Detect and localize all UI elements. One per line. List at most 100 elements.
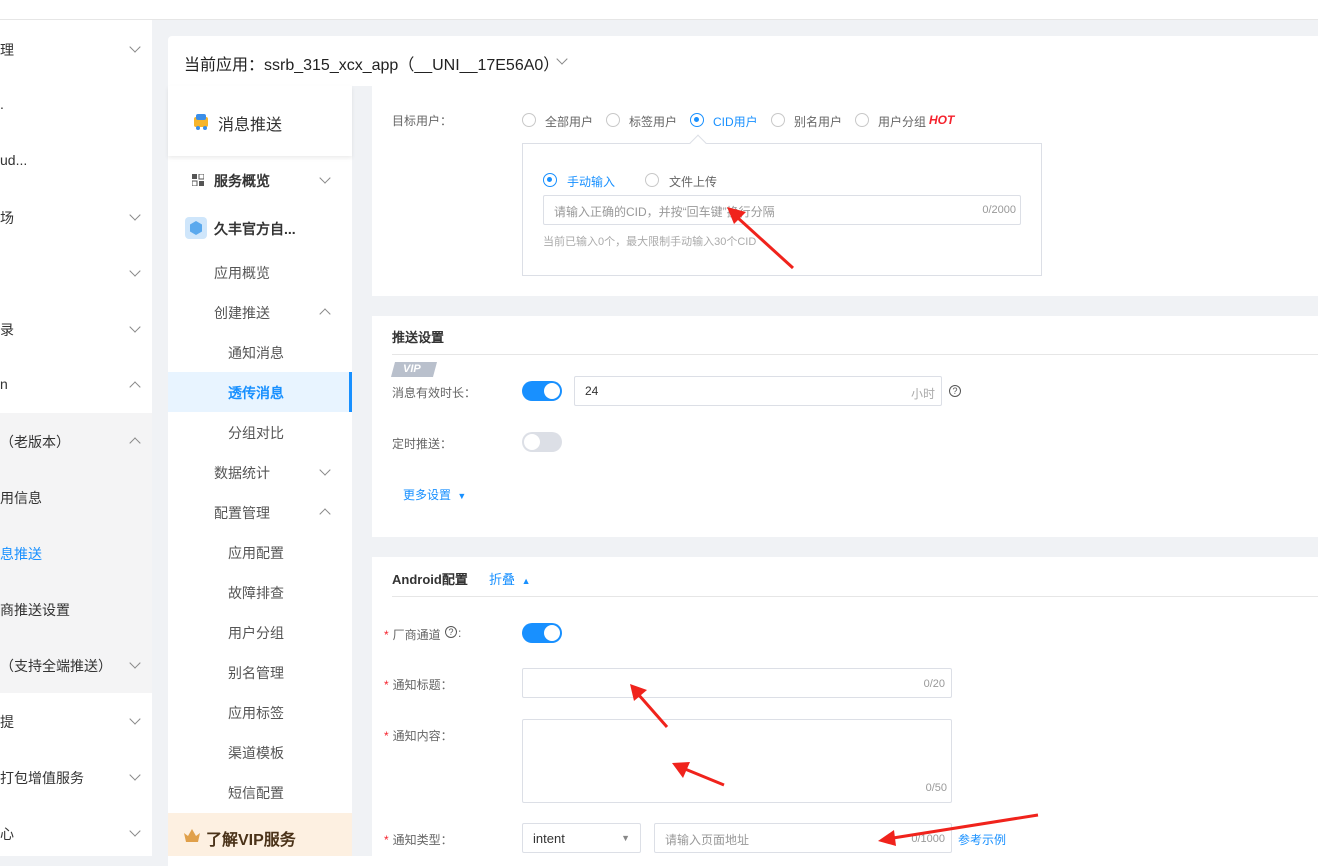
scheduled-toggle[interactable]: [522, 432, 562, 452]
left-nav-item[interactable]: 打包增值服务: [0, 768, 84, 788]
vip-badge: VIP: [403, 363, 421, 375]
radio-all-users[interactable]: [522, 113, 536, 127]
validity-input[interactable]: 24 小时: [574, 376, 942, 406]
left-nav-item[interactable]: 理: [0, 40, 14, 60]
sub-nav-config-manage[interactable]: 配置管理: [214, 503, 270, 523]
collapse-link[interactable]: 折叠 ▲: [489, 569, 531, 588]
notify-content-textarea[interactable]: 0/50: [522, 719, 952, 803]
colon: :: [458, 626, 462, 640]
top-bar: [0, 0, 1318, 20]
left-nav-item[interactable]: ud...: [0, 152, 27, 168]
push-settings-card: [372, 316, 1318, 537]
validity-toggle[interactable]: [522, 381, 562, 401]
validity-value: 24: [585, 384, 599, 398]
vendor-channel-toggle[interactable]: [522, 623, 562, 643]
radio-alias-users[interactable]: [771, 113, 785, 127]
radio-all-users-label[interactable]: 全部用户: [545, 113, 593, 130]
caret-down-icon: ▼: [621, 833, 630, 843]
left-nav-item-active[interactable]: 息推送: [0, 544, 42, 564]
sub-nav-data-stats[interactable]: 数据统计: [214, 463, 270, 483]
sub-nav-create-push[interactable]: 创建推送: [214, 303, 270, 323]
push-settings-title: 推送设置: [392, 330, 445, 345]
collapse-label: 折叠: [489, 572, 516, 587]
radio-tag-users[interactable]: [606, 113, 620, 127]
notify-type-select[interactable]: intent ▼: [522, 823, 641, 853]
example-link[interactable]: 参考示例: [958, 831, 1006, 848]
notify-title-label: * 通知标题：: [384, 678, 453, 692]
current-app-label: 当前应用：ssrb_315_xcx_app（__UNI__17E56A0）: [184, 57, 560, 74]
sub-nav-service-overview[interactable]: 服务概览: [214, 171, 270, 191]
radio-user-group[interactable]: [855, 113, 869, 127]
sub-nav-transparent-msg[interactable]: 透传消息: [228, 383, 284, 403]
radio-cid-users-label[interactable]: CID用户: [713, 113, 758, 130]
current-app-selector[interactable]: 当前应用：ssrb_315_xcx_app（__UNI__17E56A0）: [184, 51, 559, 75]
sub-nav-alias-manage[interactable]: 别名管理: [228, 663, 284, 683]
validity-label: 消息有效时长：: [392, 386, 477, 400]
page-url-input[interactable]: 请输入页面地址 0/1000: [654, 823, 952, 853]
left-nav-item[interactable]: n: [0, 376, 8, 392]
notify-title-text: 通知标题：: [392, 678, 453, 692]
notify-content-count: 0/50: [925, 782, 947, 794]
page-url-placeholder: 请输入页面地址: [665, 833, 750, 847]
vendor-channel-label: * 厂商通道: [384, 628, 441, 642]
cid-textarea[interactable]: 请输入正确的CID，并按“回车键”换行分隔 0/2000: [543, 195, 1021, 225]
sub-nav-group-compare[interactable]: 分组对比: [228, 423, 284, 443]
more-settings-label: 更多设置: [403, 488, 452, 502]
notify-type-text: 通知类型：: [392, 833, 453, 847]
validity-unit: 小时: [910, 387, 935, 401]
radio-manual-input-label[interactable]: 手动输入: [567, 173, 615, 190]
sub-nav-app-config[interactable]: 应用配置: [228, 543, 284, 563]
sub-nav-troubleshoot[interactable]: 故障排查: [228, 583, 284, 603]
radio-tag-users-label[interactable]: 标签用户: [629, 113, 677, 130]
android-config-title: Android配置: [392, 572, 468, 587]
notify-type-label: * 通知类型：: [384, 833, 453, 847]
cid-count: 0/2000: [982, 204, 1016, 216]
divider: [392, 596, 1318, 597]
notify-title-input[interactable]: 0/20: [522, 668, 952, 698]
sub-nav-notify-msg[interactable]: 通知消息: [228, 343, 284, 363]
left-nav-item[interactable]: 场: [0, 208, 14, 228]
left-nav-item[interactable]: 心: [0, 824, 14, 844]
android-config-card: [372, 557, 1318, 856]
sub-nav-channel-template[interactable]: 渠道模板: [228, 743, 284, 763]
left-nav-item[interactable]: 商推送设置: [0, 600, 70, 620]
cid-placeholder: 请输入正确的CID，并按“回车键”换行分隔: [554, 205, 775, 219]
page-url-count: 0/1000: [911, 833, 945, 845]
radio-user-group-label[interactable]: 用户分组: [878, 113, 926, 130]
vendor-channel-text: 厂商通道: [392, 628, 441, 642]
sub-nav-app-overview[interactable]: 应用概览: [214, 263, 270, 283]
left-nav-item[interactable]: （老版本）: [0, 432, 70, 452]
help-icon[interactable]: ?: [949, 385, 961, 397]
target-users-label: 目标用户：: [392, 114, 453, 128]
sub-nav-app-tags[interactable]: 应用标签: [228, 703, 284, 723]
vip-crown-icon: [184, 829, 200, 842]
radio-file-upload-label[interactable]: 文件上传: [669, 173, 717, 190]
notify-content-label: * 通知内容：: [384, 729, 453, 743]
caret-down-icon: ▼: [457, 491, 467, 501]
radio-cid-users[interactable]: [690, 113, 704, 127]
vip-banner-text: 了解VIP服务: [206, 832, 296, 849]
caret-up-icon: ▲: [521, 576, 531, 586]
push-logo-icon: [194, 114, 208, 130]
active-item-bar: [349, 372, 352, 412]
left-nav-item[interactable]: （支持全端推送）: [0, 656, 112, 676]
radio-file-upload[interactable]: [645, 173, 659, 187]
hot-badge: HOT: [929, 113, 955, 127]
notify-title-count: 0/20: [923, 678, 945, 690]
radio-alias-users-label[interactable]: 别名用户: [794, 113, 842, 130]
sub-nav-app-name[interactable]: 久丰官方自...: [214, 219, 296, 239]
more-settings-link[interactable]: 更多设置 ▼: [403, 486, 466, 503]
help-icon[interactable]: ?: [445, 626, 457, 638]
radio-manual-input[interactable]: [543, 173, 557, 187]
sub-sidebar-title: 消息推送: [218, 117, 283, 134]
divider: [392, 354, 1318, 355]
left-nav-item[interactable]: 录: [0, 320, 14, 340]
app-icon: [185, 217, 207, 239]
sub-nav-sms-config[interactable]: 短信配置: [228, 783, 284, 803]
sub-nav-user-group[interactable]: 用户分组: [228, 623, 284, 643]
notify-content-text: 通知内容：: [392, 729, 453, 743]
cid-hint: 当前已输入0个，最大限制手动输入30个CID: [543, 236, 757, 248]
left-nav-item[interactable]: .: [0, 96, 4, 112]
left-nav-item[interactable]: 用信息: [0, 488, 42, 508]
left-nav-item[interactable]: 提: [0, 712, 14, 732]
